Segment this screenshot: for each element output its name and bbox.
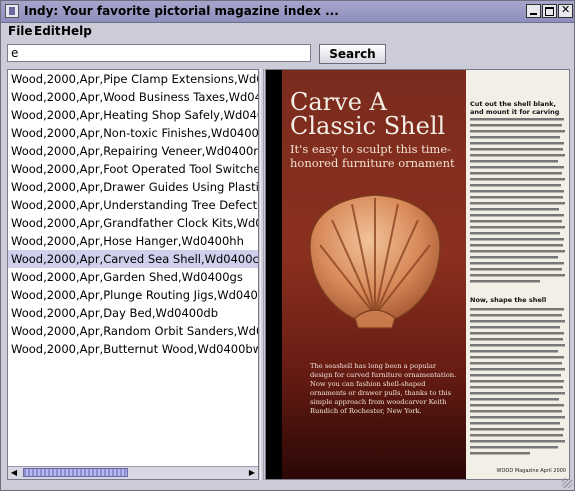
list-item[interactable]: Wood,2000,Apr,Wood Business Taxes,Wd0400… [8, 88, 258, 106]
list-item[interactable]: Wood,2000,Apr,Understanding Tree Defects… [8, 196, 258, 214]
menu-edit[interactable]: Edit [34, 24, 61, 38]
arrow-right-icon[interactable]: ▶ [246, 467, 258, 479]
sidebar-heading: Cut out the shell blank, and mount it fo… [470, 100, 560, 116]
results-list: Wood,2000,Apr,Pipe Clamp Extensions,Wd04… [8, 70, 258, 358]
list-item[interactable]: Wood,2000,Apr,Non-toxic Finishes,Wd0400n… [8, 124, 258, 142]
magazine-caption: The seashell has long been a popular des… [310, 362, 457, 415]
magazine-page-view: Carve A Classic Shell It's easy to sculp… [265, 69, 570, 480]
app-icon[interactable] [5, 4, 19, 18]
sidebar-heading: Now, shape the shell [470, 296, 547, 304]
menu-file[interactable]: File [8, 24, 33, 38]
menu-bar: File Edit Help [1, 22, 574, 40]
list-item[interactable]: Wood,2000,Apr,Garden Shed,Wd0400gs [8, 268, 258, 286]
title-bar[interactable]: Indy: Your favorite pictorial magazine i… [1, 1, 574, 23]
arrow-left-icon[interactable]: ◀ [8, 467, 20, 479]
magazine-page-left: Carve A Classic Shell It's easy to sculp… [282, 70, 466, 479]
list-item[interactable]: Wood,2000,Apr,Foot Operated Tool Switche… [8, 160, 258, 178]
menu-help[interactable]: Help [61, 24, 92, 38]
list-item-selected[interactable]: Wood,2000,Apr,Carved Sea Shell,Wd0400css [8, 250, 258, 268]
magazine-page-right: Cut out the shell blank, and mount it fo… [466, 70, 569, 479]
list-item[interactable]: Wood,2000,Apr,Butternut Wood,Wd0400bw [8, 340, 258, 358]
list-item[interactable]: Wood,2000,Apr,Day Bed,Wd0400db [8, 304, 258, 322]
list-item[interactable]: Wood,2000,Apr,Grandfather Clock Kits,Wd0… [8, 214, 258, 232]
maximize-icon[interactable] [542, 4, 557, 18]
list-item[interactable]: Wood,2000,Apr,Hose Hanger,Wd0400hh [8, 232, 258, 250]
magazine-headline: Carve A Classic Shell [290, 88, 446, 140]
list-item[interactable]: Wood,2000,Apr,Heating Shop Safely,Wd0400… [8, 106, 258, 124]
list-item[interactable]: Wood,2000,Apr,Repairing Veneer,Wd0400rv [8, 142, 258, 160]
results-list-pane[interactable]: Wood,2000,Apr,Pipe Clamp Extensions,Wd04… [7, 69, 259, 480]
carved-shell-image [309, 194, 441, 329]
split-pane-divider[interactable] [260, 69, 264, 480]
list-item[interactable]: Wood,2000,Apr,Plunge Routing Jigs,Wd0400… [8, 286, 258, 304]
list-item[interactable]: Wood,2000,Apr,Drawer Guides Using Plasti… [8, 178, 258, 196]
magazine-subheadline: It's easy to sculpt this time-honored fu… [290, 142, 455, 170]
search-input[interactable] [7, 44, 311, 62]
horizontal-scrollbar[interactable]: ◀ ▶ [8, 466, 258, 479]
body-text-column-2 [470, 308, 565, 455]
window-title: Indy: Your favorite pictorial magazine i… [24, 4, 339, 18]
app-window: Indy: Your favorite pictorial magazine i… [0, 0, 575, 491]
body-text-column-1 [470, 118, 565, 283]
search-button[interactable]: Search [319, 44, 386, 64]
scrollbar-thumb[interactable] [23, 468, 128, 477]
close-icon[interactable] [558, 3, 573, 18]
list-item[interactable]: Wood,2000,Apr,Random Orbit Sanders,Wd040… [8, 322, 258, 340]
magazine-footer: WOOD Magazine April 2000 [496, 468, 566, 474]
resize-grip-icon[interactable] [562, 478, 572, 488]
list-item[interactable]: Wood,2000,Apr,Pipe Clamp Extensions,Wd04… [8, 70, 258, 88]
minimize-icon[interactable] [526, 4, 541, 18]
